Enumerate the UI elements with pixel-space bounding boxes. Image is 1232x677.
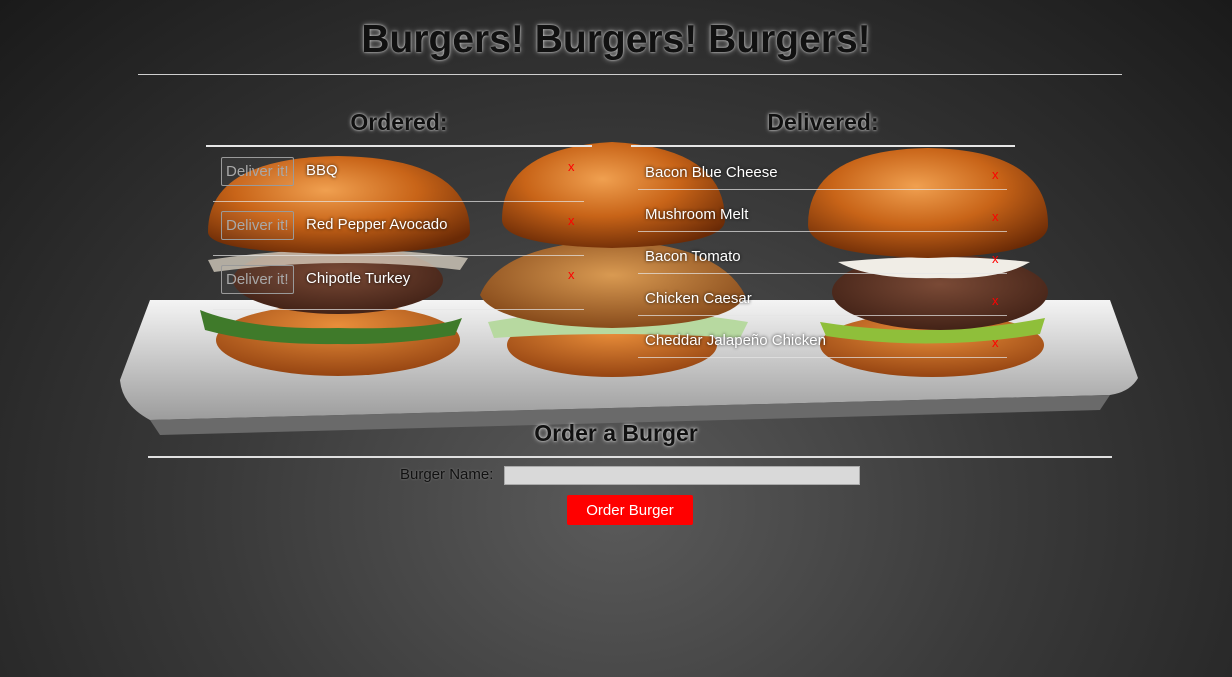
delivered-heading: Delivered: [767, 109, 879, 135]
ordered-burger-name: Chipotle Turkey [306, 270, 411, 287]
order-form-heading: Order a Burger [534, 420, 698, 446]
title-divider [138, 74, 1122, 75]
ordered-list-item: Deliver it! Red Pepper Avocado x [213, 202, 584, 256]
remove-delivered-button[interactable]: x [992, 293, 999, 308]
ordered-list-item: Deliver it! BBQ x [213, 148, 584, 202]
delivered-burger-name: Bacon Blue Cheese [645, 164, 778, 181]
remove-ordered-button[interactable]: x [568, 213, 575, 228]
remove-delivered-button[interactable]: x [992, 209, 999, 224]
delivered-divider [631, 145, 1015, 147]
ordered-heading: Ordered: [350, 109, 448, 135]
order-form-divider [148, 456, 1112, 458]
ordered-burger-name: Red Pepper Avocado [306, 216, 448, 233]
delivered-burger-name: Bacon Tomato [645, 248, 741, 265]
burger-name-label: Burger Name: [400, 466, 494, 483]
remove-delivered-button[interactable]: x [992, 167, 999, 182]
delivered-list-item: Bacon Blue Cheese x [638, 148, 1007, 190]
remove-delivered-button[interactable]: x [992, 251, 999, 266]
deliver-button[interactable]: Deliver it! [221, 157, 294, 186]
page-title: Burgers! Burgers! Burgers! [361, 18, 871, 61]
delivered-list-item: Bacon Tomato x [638, 232, 1007, 274]
delivered-burger-name: Mushroom Melt [645, 206, 749, 223]
ordered-divider [206, 145, 592, 147]
delivered-burger-name: Chicken Caesar [645, 290, 752, 307]
delivered-list-item: Mushroom Melt x [638, 190, 1007, 232]
deliver-button[interactable]: Deliver it! [221, 265, 294, 294]
delivered-burger-name: Cheddar Jalapeño Chicken [645, 332, 826, 349]
delivered-list-item: Cheddar Jalapeño Chicken x [638, 316, 1007, 358]
ordered-list-item: Deliver it! Chipotle Turkey x [213, 256, 584, 310]
deliver-button[interactable]: Deliver it! [221, 211, 294, 240]
delivered-list-item: Chicken Caesar x [638, 274, 1007, 316]
remove-ordered-button[interactable]: x [568, 159, 575, 174]
ordered-burger-name: BBQ [306, 162, 338, 179]
remove-ordered-button[interactable]: x [568, 267, 575, 282]
order-burger-button[interactable]: Order Burger [567, 495, 693, 525]
burger-name-input[interactable] [504, 466, 860, 485]
remove-delivered-button[interactable]: x [992, 335, 999, 350]
